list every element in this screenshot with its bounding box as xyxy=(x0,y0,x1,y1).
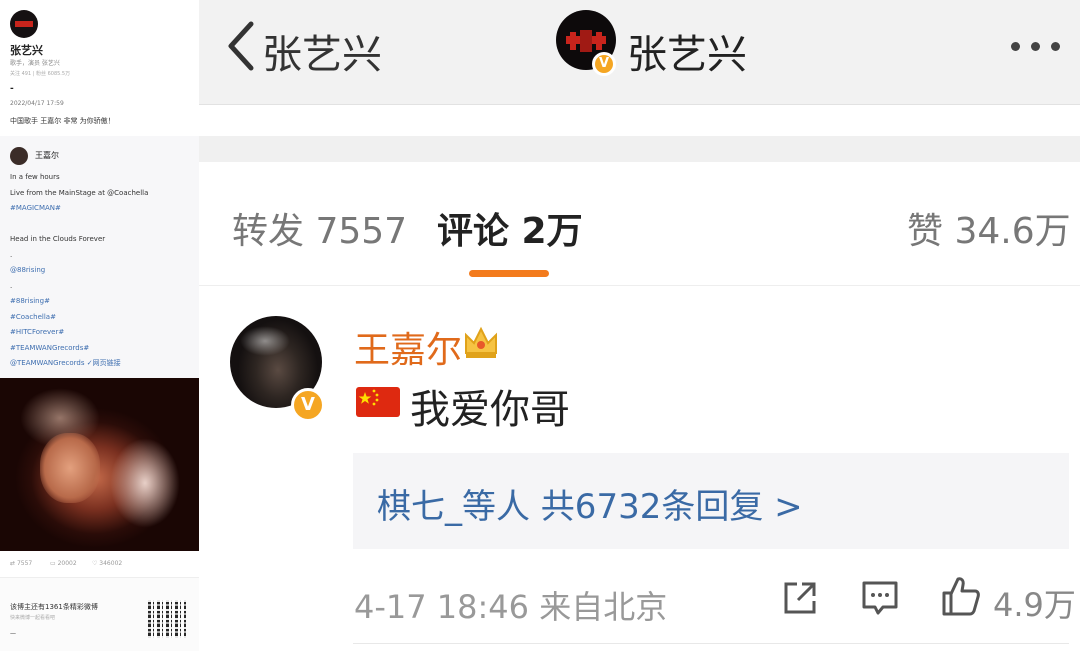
tab-likes[interactable]: 赞 34.6万 xyxy=(907,202,1071,254)
repost-line[interactable]: @88rising xyxy=(10,263,195,279)
repost-line[interactable]: #HITCForever# xyxy=(10,325,195,341)
verified-badge-icon: V xyxy=(291,388,325,422)
post-text: 中国歌手 王嘉尔 非常 为你骄傲！ xyxy=(10,117,115,125)
back-button-label[interactable]: 张艺兴 xyxy=(262,22,382,80)
comment-text: 我爱你哥 xyxy=(410,387,570,433)
top-navbar: 张艺兴 V 张艺兴 xyxy=(199,0,1080,105)
repost-count[interactable]: ⇄ 7557 xyxy=(10,560,32,567)
divider xyxy=(353,643,1069,644)
logo-icon xyxy=(566,30,606,52)
separator-dash: - xyxy=(10,84,14,94)
post-image[interactable] xyxy=(0,378,199,551)
repost-line[interactable]: #88rising# xyxy=(10,294,195,310)
profile-meta: 关注 491 | 粉丝 6085.5万 xyxy=(10,71,71,77)
comment-detail-view: 张艺兴 V 张艺兴 转发 7557 评论 2万 赞 34.6万 V 王嘉尔 我爱… xyxy=(199,0,1080,651)
replies-link-label[interactable]: 棋七_等人 共6732条回复 > xyxy=(377,479,803,528)
footer-banner: 该博主还有1361条精彩微博 快来微博一起看看吧 — xyxy=(0,577,199,651)
thumbs-up-icon[interactable] xyxy=(941,575,981,617)
repost-line: . xyxy=(10,250,13,259)
footer-dash: — xyxy=(10,630,16,637)
qr-code xyxy=(148,600,186,638)
china-flag-icon xyxy=(356,387,400,417)
repost-username[interactable]: 王嘉尔 xyxy=(35,150,59,161)
comment-icon[interactable] xyxy=(861,579,899,617)
repost-line: In a few hours xyxy=(10,173,60,181)
crown-icon xyxy=(465,326,497,358)
profile-description: 歌手，演员 张艺兴 xyxy=(10,60,60,67)
replies-link[interactable]: 棋七_等人 共6732条回复 > xyxy=(353,453,1069,549)
repost-line: Head in the Clouds Forever xyxy=(10,235,106,243)
back-chevron-icon[interactable] xyxy=(225,18,257,74)
comment-item: V 王嘉尔 我爱你哥 棋七_等人 共6732条回复 > 4-17 18:46 来… xyxy=(199,287,1080,651)
left-thumbnail-panel: 张艺兴 歌手，演员 张艺兴 关注 491 | 粉丝 6085.5万 - 2022… xyxy=(0,0,199,651)
repost-line: Live from the MainStage at @Coachella xyxy=(10,188,149,197)
comment-count[interactable]: ▭ 20002 xyxy=(50,560,77,567)
footer-text: 该博主还有1361条精彩微博 xyxy=(10,603,98,611)
avatar[interactable] xyxy=(10,10,38,38)
share-icon[interactable] xyxy=(781,579,819,617)
comment-author[interactable]: 王嘉尔 xyxy=(354,321,462,373)
page-title: 张艺兴 xyxy=(627,32,747,78)
interaction-tabs: 转发 7557 评论 2万 赞 34.6万 xyxy=(199,162,1080,286)
active-tab-indicator xyxy=(469,270,549,277)
tab-repost[interactable]: 转发 7557 xyxy=(232,202,407,254)
like-count[interactable]: ♡ 346002 xyxy=(92,560,122,567)
comment-like-count[interactable]: 4.9万 xyxy=(993,580,1076,626)
divider xyxy=(199,136,1080,162)
post-stats: ⇄ 7557 ▭ 20002 ♡ 346002 xyxy=(0,551,199,577)
verified-badge-icon: V xyxy=(592,52,616,76)
more-options-icon[interactable] xyxy=(1011,36,1071,52)
repost-line[interactable]: @TEAMWANGrecords ✓网页链接 xyxy=(10,356,195,372)
repost-line[interactable]: #Coachella# xyxy=(10,310,195,326)
repost-line[interactable]: #TEAMWANGrecords# xyxy=(10,341,195,357)
reposted-card[interactable]: 王嘉尔 In a few hours Live from the MainStag… xyxy=(0,136,199,378)
profile-name[interactable]: 张艺兴 xyxy=(10,42,43,58)
avatar[interactable] xyxy=(10,147,28,165)
repost-line: . xyxy=(10,281,13,290)
repost-line xyxy=(10,217,195,233)
repost-line[interactable]: #MAGICMAN# xyxy=(10,201,195,217)
divider xyxy=(199,106,1080,136)
profile-card: 张艺兴 歌手，演员 张艺兴 关注 491 | 粉丝 6085.5万 - 2022… xyxy=(0,0,199,132)
tab-comments[interactable]: 评论 2万 xyxy=(437,202,583,254)
post-date: 2022/04/17 17:59 xyxy=(10,100,64,107)
comment-timestamp: 4-17 18:46 来自北京 xyxy=(354,588,668,626)
repost-text: In a few hours Live from the MainStage at… xyxy=(10,170,195,372)
footer-subtext: 快来微博一起看看吧 xyxy=(10,615,56,621)
